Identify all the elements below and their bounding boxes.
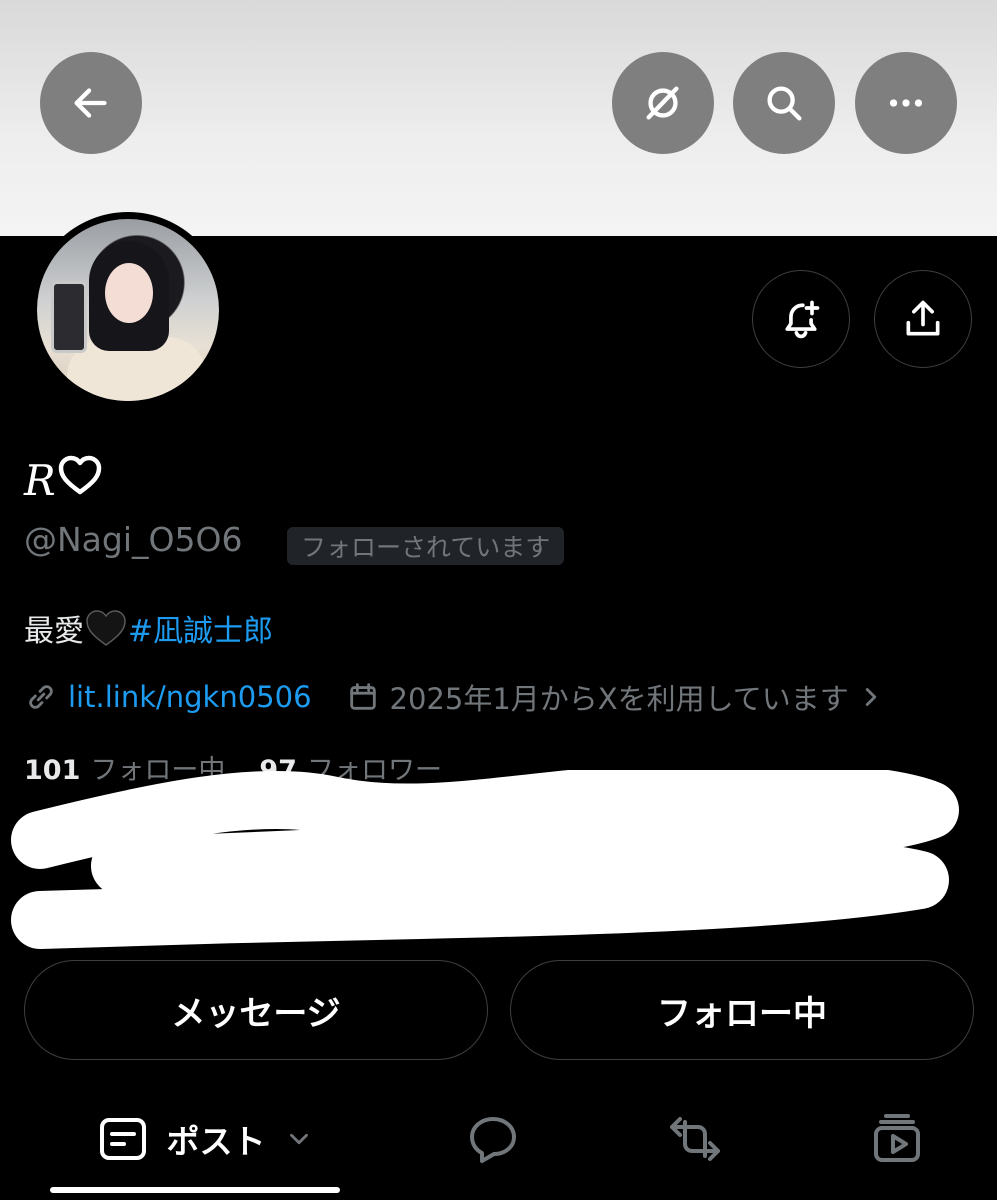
- tab-replies[interactable]: [458, 1098, 528, 1180]
- profile-tabs: ポスト: [0, 1098, 997, 1200]
- display-name: R: [24, 452, 102, 508]
- redaction-scribble: [11, 770, 959, 949]
- repost-icon: [670, 1117, 720, 1161]
- search-button[interactable]: [733, 52, 835, 154]
- display-name-text: R: [24, 455, 56, 505]
- following-button[interactable]: フォロー中: [510, 960, 974, 1060]
- follows-you-badge: フォローされています: [287, 527, 565, 565]
- media-icon: [874, 1114, 920, 1162]
- joined-date[interactable]: 2025年1月からXを利用しています: [390, 676, 849, 718]
- profile-bio: 最愛 #凪誠士郎: [24, 606, 273, 650]
- link-icon: [29, 685, 53, 709]
- bell-plus-icon: [785, 300, 820, 339]
- tab-posts-label: ポスト: [166, 1122, 266, 1161]
- avatar-image: [37, 219, 219, 401]
- search-icon: [767, 86, 802, 121]
- chevron-right-icon: [865, 688, 876, 706]
- grok-icon: [646, 86, 679, 120]
- message-button[interactable]: メッセージ: [24, 960, 488, 1060]
- chevron-down-icon[interactable]: [284, 1124, 314, 1154]
- tab-media[interactable]: [862, 1098, 932, 1180]
- arrow-left-icon: [74, 88, 107, 118]
- more-button[interactable]: [855, 52, 957, 154]
- back-button[interactable]: [40, 52, 142, 154]
- profile-banner: [0, 0, 997, 236]
- share-icon: [906, 300, 940, 336]
- more-horizontal-icon: [889, 99, 923, 107]
- profile-handle: @Nagi_O5O6: [24, 520, 243, 559]
- share-button[interactable]: [874, 270, 972, 368]
- black-heart-icon: [84, 608, 128, 648]
- bio-text: 最愛: [24, 614, 84, 649]
- white-heart-icon: [58, 455, 102, 505]
- tab-posts[interactable]: ポスト: [80, 1098, 330, 1180]
- avatar[interactable]: [30, 212, 226, 408]
- grok-button[interactable]: [612, 52, 714, 154]
- posts-icon: [99, 1118, 146, 1160]
- reply-bubble-icon: [470, 1117, 516, 1163]
- bio-hashtag-link[interactable]: #凪誠士郎: [128, 606, 273, 650]
- active-tab-indicator: [50, 1187, 340, 1193]
- tab-reposts[interactable]: [660, 1098, 730, 1180]
- profile-link[interactable]: lit.link/ngkn0506: [68, 680, 312, 714]
- notify-button[interactable]: [752, 270, 850, 368]
- calendar-icon: [349, 683, 376, 710]
- profile-meta: lit.link/ngkn0506 2025年1月からXを利用しています: [24, 676, 883, 718]
